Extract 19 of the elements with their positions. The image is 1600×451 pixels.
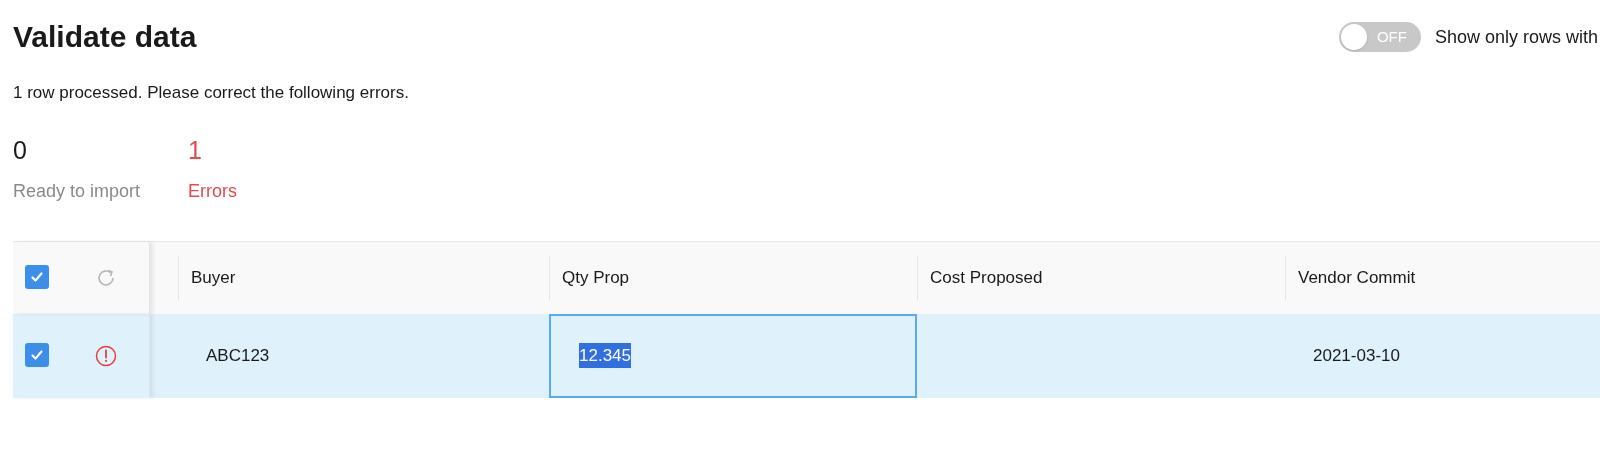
table-cell[interactable]: 2021-03-10 <box>1285 313 1600 398</box>
column-header[interactable]: Qty Prop <box>562 264 630 291</box>
checkbox[interactable] <box>25 342 49 367</box>
stat-value: 1 <box>188 134 203 166</box>
stat-value: 0 <box>13 134 28 166</box>
check-icon <box>30 269 44 284</box>
toggle-label: Show only rows with <box>1434 25 1598 49</box>
stat-label: Errors <box>188 179 238 203</box>
check-icon <box>30 347 44 362</box>
table-cell[interactable]: 12.345 <box>549 313 917 398</box>
summary-text: 1 row processed. Please correct the following errors. <box>12 82 410 104</box>
column-header[interactable]: Vendor Commit <box>1298 264 1416 291</box>
page-title: Validate data <box>13 19 197 55</box>
checkbox[interactable] <box>25 264 49 289</box>
column-header[interactable]: Cost Proposed <box>930 264 1043 291</box>
table-cell[interactable]: ABC123 <box>178 313 549 398</box>
column-header[interactable]: Buyer <box>191 264 236 291</box>
stat-label: Ready to import <box>13 179 141 203</box>
toggle-knob <box>1340 24 1367 50</box>
